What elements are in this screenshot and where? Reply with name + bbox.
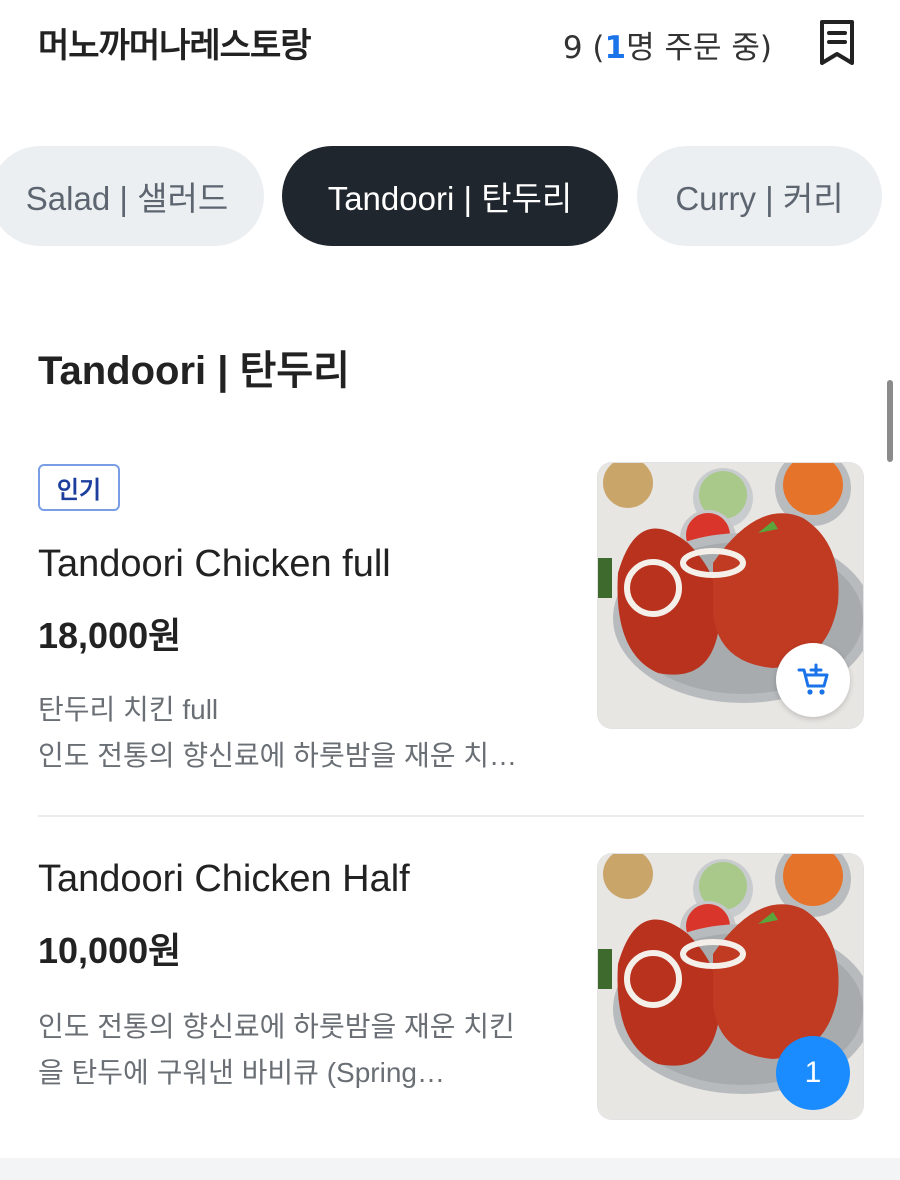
item-name: Tandoori Chicken Half [38, 858, 410, 900]
order-count: 9 ( [562, 30, 605, 66]
quantity-badge[interactable]: 1 [776, 1036, 850, 1110]
tab-curry[interactable]: Curry | 커리 [637, 146, 882, 246]
receipt-icon[interactable] [816, 18, 858, 68]
tab-salad[interactable]: Salad | 샐러드 [0, 146, 264, 246]
description-line: 인도 전통의 향신료에 하룻밤을 재운 치킨 [38, 1011, 515, 1042]
add-to-cart-button[interactable] [776, 643, 850, 717]
app-header: 머노까머나레스토랑 9 (1명 주문 중) [0, 0, 900, 90]
item-name: Tandoori Chicken full [38, 543, 391, 585]
order-status[interactable]: 9 (1명 주문 중) [563, 22, 772, 67]
description-line: 인도 전통의 향신료에 하룻밤을 재운 치… [38, 740, 518, 771]
section-divider [0, 1158, 900, 1180]
popular-badge: 인기 [38, 464, 120, 511]
add-to-cart-icon [797, 663, 829, 695]
menu-item[interactable]: 인기 Tandoori Chicken full 18,000원 탄두리 치킨 … [0, 455, 900, 815]
item-price: 10,000원 [38, 930, 182, 971]
tab-tandoori[interactable]: Tandoori | 탄두리 [282, 146, 618, 246]
item-description: 탄두리 치킨 full 인도 전통의 향신료에 하룻밤을 재운 치… [38, 687, 558, 779]
item-description: 인도 전통의 향신료에 하룻밤을 재운 치킨 을 탄두에 구워낸 바비큐 (Sp… [38, 1004, 558, 1096]
scrollbar[interactable] [887, 380, 893, 462]
category-tabs: Salad | 샐러드 Tandoori | 탄두리 Curry | 커리 [0, 146, 900, 246]
section-title: Tandoori | 탄두리 [38, 349, 350, 393]
store-name: 머노까머나레스토랑 [38, 26, 312, 66]
item-divider [38, 815, 864, 817]
menu-item[interactable]: Tandoori Chicken Half 10,000원 인도 전통의 향신료… [0, 818, 900, 1158]
order-people-count: 1 [604, 30, 627, 66]
order-suffix: 명 주문 중) [626, 30, 772, 66]
item-price: 18,000원 [38, 615, 182, 656]
description-line: 을 탄두에 구워낸 바비큐 (Spring… [38, 1057, 445, 1088]
description-line: 탄두리 치킨 full [38, 694, 219, 725]
